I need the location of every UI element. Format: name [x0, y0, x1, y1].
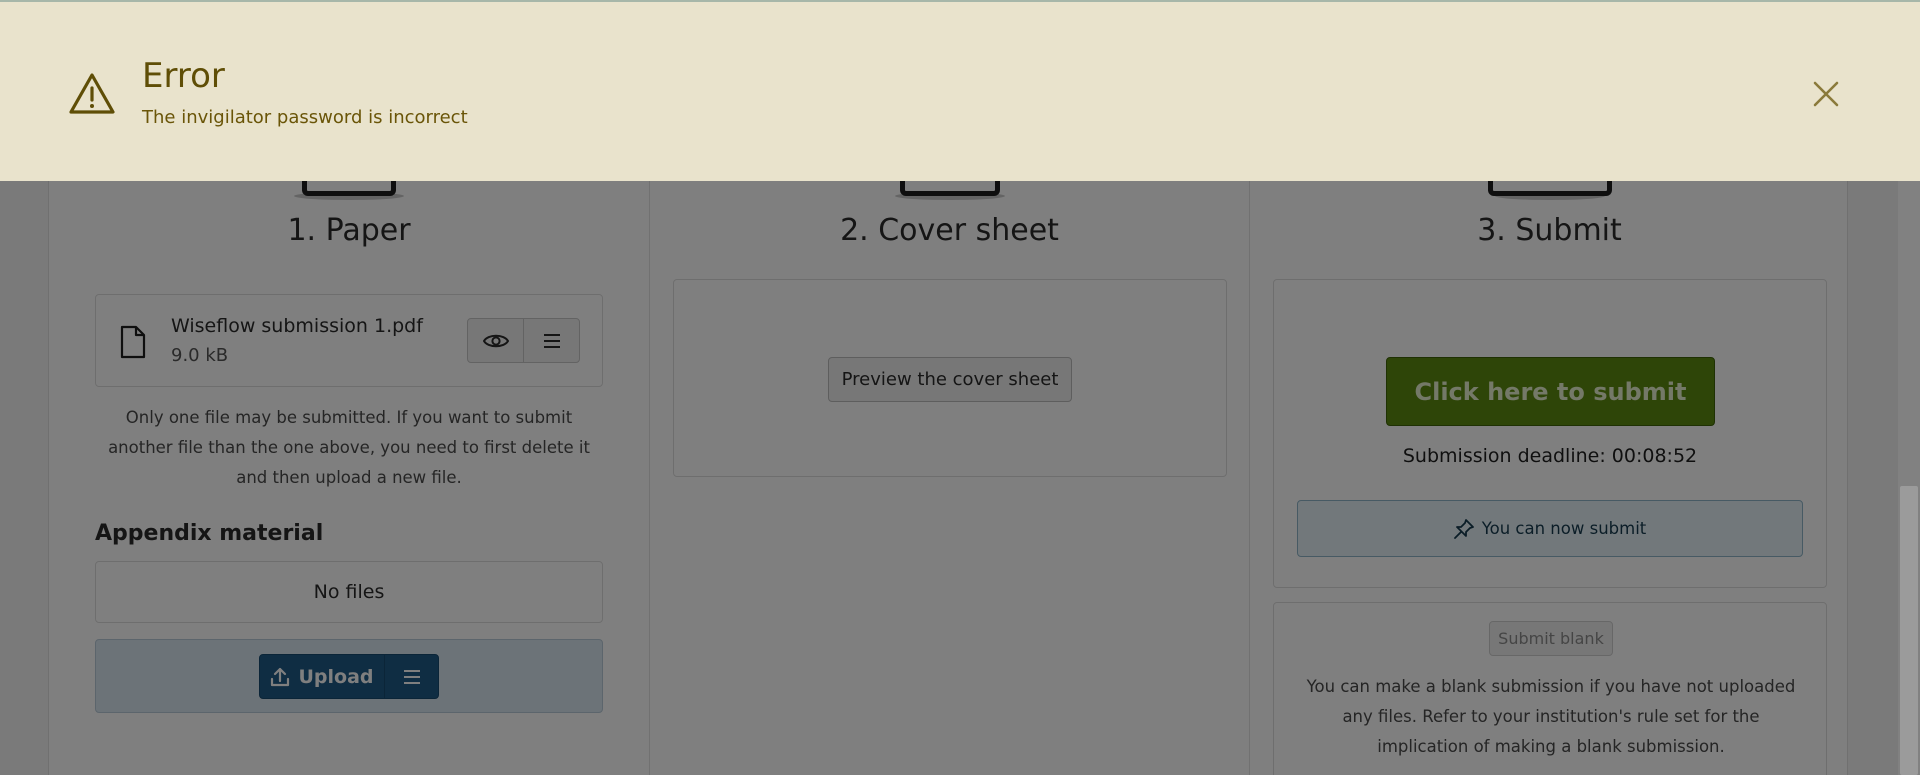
error-banner: Error The invigilator password is incorr… [0, 0, 1920, 181]
warning-triangle-icon [69, 73, 115, 114]
close-icon [1813, 81, 1839, 107]
error-message: The invigilator password is incorrect [142, 107, 468, 128]
error-title: Error [142, 56, 225, 96]
scrollbar-thumb[interactable] [1900, 486, 1918, 775]
close-error-button[interactable] [1808, 76, 1844, 112]
